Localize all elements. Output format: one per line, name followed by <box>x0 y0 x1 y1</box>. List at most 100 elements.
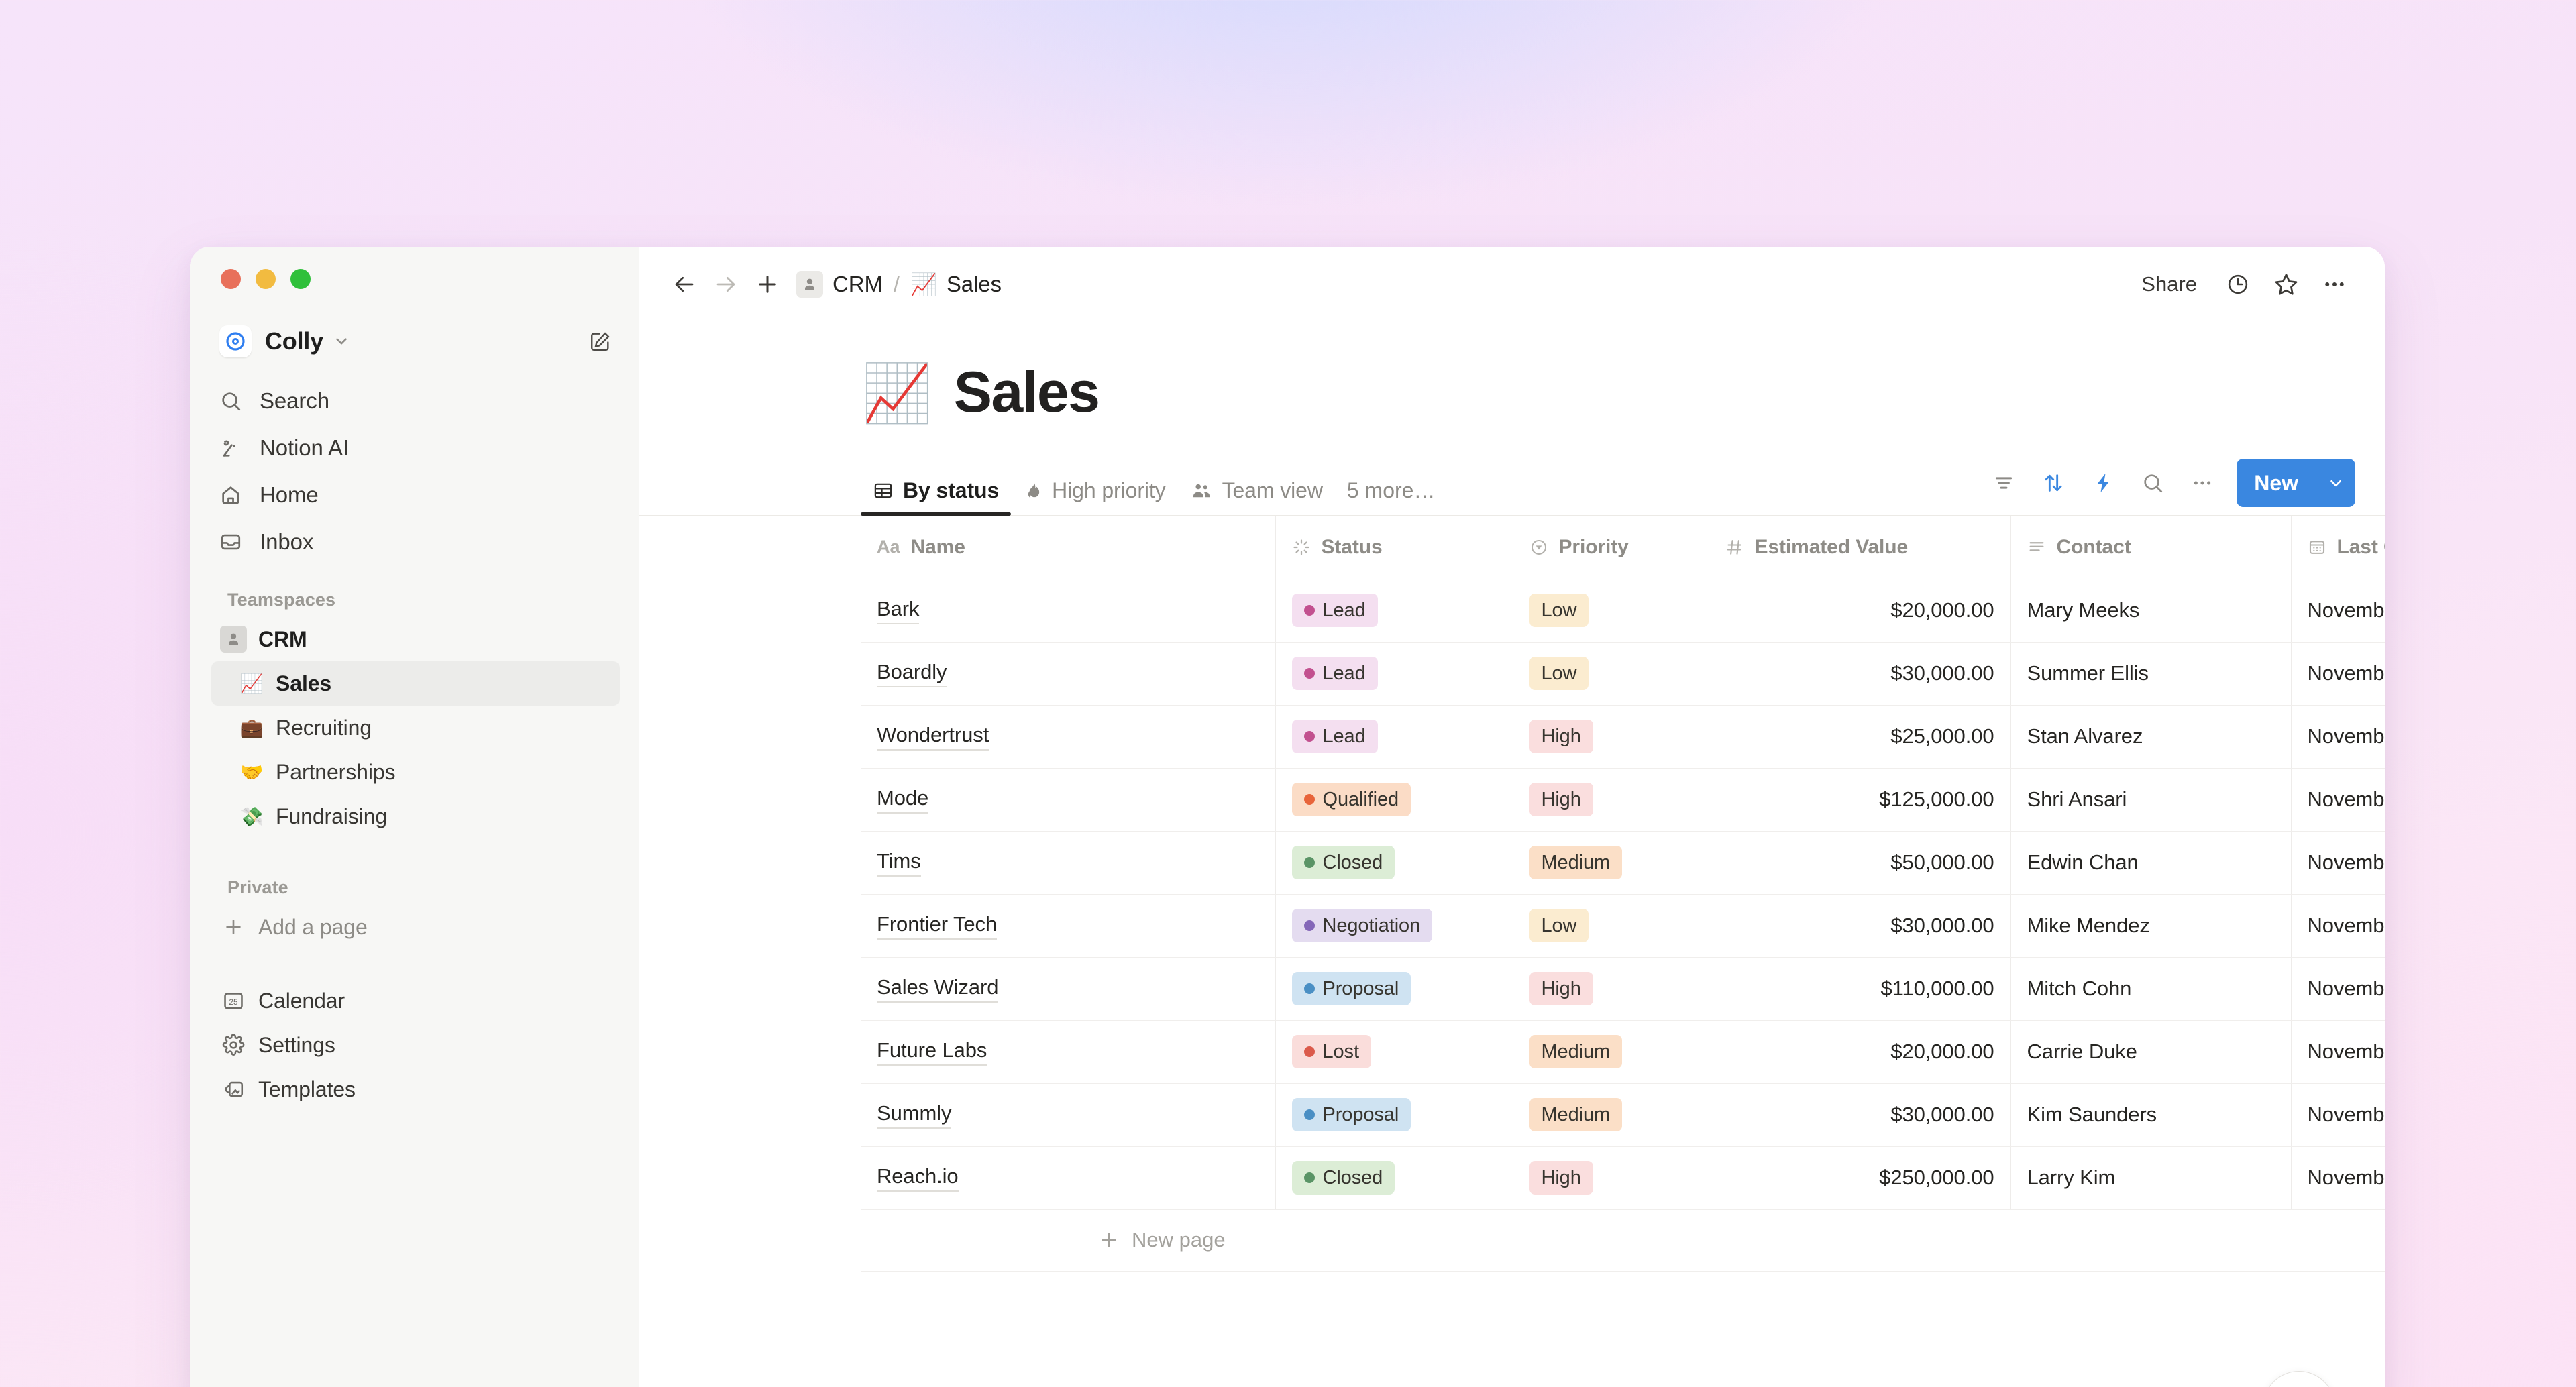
cell-estimated-value[interactable]: $110,000.00 <box>1709 957 2011 1021</box>
cell-status[interactable]: Qualified <box>1275 768 1513 832</box>
cell-contact[interactable]: Shri Ansari <box>2010 768 2292 832</box>
workspace-switcher[interactable]: Colly <box>211 320 620 363</box>
cell-priority[interactable]: Medium <box>1513 831 1709 895</box>
cell-last-contacted[interactable]: November 17, <box>2291 642 2385 706</box>
sort-icon[interactable] <box>2033 462 2074 504</box>
cell-contact[interactable]: Edwin Chan <box>2010 831 2292 895</box>
table-row[interactable]: Mode Qualified High $125,000.00 Shri Ansari N… <box>861 768 2385 832</box>
cell-contact[interactable]: Carrie Duke <box>2010 1020 2292 1084</box>
plus-icon[interactable] <box>747 264 788 305</box>
status-badge[interactable]: Closed <box>1291 1161 1395 1195</box>
cell-name[interactable]: Reach.io <box>861 1146 1276 1210</box>
cell-name[interactable]: Frontier Tech <box>861 894 1276 958</box>
cell-name[interactable]: Future Labs <box>861 1020 1276 1084</box>
cell-priority[interactable]: High <box>1513 768 1709 832</box>
arrow-right-icon[interactable] <box>705 264 747 305</box>
column-header-status[interactable]: Status <box>1275 516 1513 579</box>
ellipsis-icon[interactable] <box>2314 264 2355 305</box>
breadcrumb-sales[interactable]: 📈 Sales <box>902 268 1010 301</box>
cell-status[interactable]: Closed <box>1275 831 1513 895</box>
sidebar-item-search[interactable]: Search <box>211 378 620 425</box>
cell-priority[interactable]: Medium <box>1513 1020 1709 1084</box>
cell-name[interactable]: Wondertrust <box>861 705 1276 769</box>
cell-estimated-value[interactable]: $30,000.00 <box>1709 642 2011 706</box>
filter-icon[interactable] <box>1983 462 2025 504</box>
priority-badge[interactable]: Medium <box>1529 1035 1623 1068</box>
priority-badge[interactable]: Medium <box>1529 846 1623 879</box>
cell-name[interactable]: Bark <box>861 579 1276 643</box>
cell-priority[interactable]: Medium <box>1513 1083 1709 1147</box>
record-name-link[interactable]: Bark <box>877 597 919 624</box>
breadcrumb-crm[interactable]: CRM <box>788 267 891 302</box>
record-name-link[interactable]: Future Labs <box>877 1038 987 1066</box>
sidebar-item-calendar[interactable]: 25 Calendar <box>211 979 620 1023</box>
cell-status[interactable]: Lead <box>1275 642 1513 706</box>
cell-last-contacted[interactable]: November 24, <box>2291 579 2385 643</box>
record-name-link[interactable]: Sales Wizard <box>877 975 999 1003</box>
table-row[interactable]: Bark Lead Low $20,000.00 Mary Meeks November … <box>861 579 2385 643</box>
table-row[interactable]: Boardly Lead Low $30,000.00 Summer Ellis Nove… <box>861 642 2385 706</box>
cell-status[interactable]: Proposal <box>1275 957 1513 1021</box>
cell-status[interactable]: Proposal <box>1275 1083 1513 1147</box>
record-name-link[interactable]: Reach.io <box>877 1164 959 1192</box>
sidebar-item-partnerships[interactable]: 🤝 Partnerships <box>211 750 620 794</box>
cell-name[interactable]: Summly <box>861 1083 1276 1147</box>
cell-priority[interactable]: Low <box>1513 642 1709 706</box>
search-icon[interactable] <box>2132 462 2174 504</box>
cell-last-contacted[interactable]: November 9, 2 <box>2291 957 2385 1021</box>
record-name-link[interactable]: Tims <box>877 849 921 877</box>
more-views-button[interactable]: 5 more… <box>1335 478 1448 515</box>
cell-last-contacted[interactable]: November 11, <box>2291 1083 2385 1147</box>
chart-increasing-emoji-icon[interactable]: 📈 <box>862 365 932 421</box>
priority-badge[interactable]: Low <box>1529 909 1589 942</box>
add-a-page-button[interactable]: Add a page <box>211 905 620 949</box>
cell-priority[interactable]: Low <box>1513 894 1709 958</box>
cell-contact[interactable]: Mike Mendez <box>2010 894 2292 958</box>
cell-name[interactable]: Tims <box>861 831 1276 895</box>
cell-estimated-value[interactable]: $30,000.00 <box>1709 1083 2011 1147</box>
priority-badge[interactable]: Low <box>1529 657 1589 690</box>
status-badge[interactable]: Proposal <box>1291 1098 1411 1131</box>
arrow-left-icon[interactable] <box>663 264 705 305</box>
status-badge[interactable]: Lead <box>1291 657 1378 690</box>
column-header-contact[interactable]: Contact <box>2010 516 2292 579</box>
status-badge[interactable]: Negotiation <box>1291 909 1433 942</box>
record-name-link[interactable]: Summly <box>877 1101 951 1129</box>
cell-last-contacted[interactable]: November 21, <box>2291 1020 2385 1084</box>
cell-priority[interactable]: High <box>1513 1146 1709 1210</box>
cell-status[interactable]: Lead <box>1275 705 1513 769</box>
ellipsis-icon[interactable] <box>2182 462 2223 504</box>
clock-icon[interactable] <box>2217 264 2259 305</box>
cell-status[interactable]: Lost <box>1275 1020 1513 1084</box>
tab-high-priority[interactable]: High priority <box>1011 478 1177 515</box>
table-row[interactable]: Summly Proposal Medium $30,000.00 Kim Saunde… <box>861 1083 2385 1147</box>
star-icon[interactable] <box>2265 264 2307 305</box>
table-row[interactable]: Wondertrust Lead High $25,000.00 Stan Alvare… <box>861 705 2385 769</box>
cell-estimated-value[interactable]: $30,000.00 <box>1709 894 2011 958</box>
cell-contact[interactable]: Summer Ellis <box>2010 642 2292 706</box>
sidebar-item-home[interactable]: Home <box>211 471 620 518</box>
table-row[interactable]: Future Labs Lost Medium $20,000.00 Carrie Du… <box>861 1020 2385 1084</box>
sidebar-item-settings[interactable]: Settings <box>211 1023 620 1067</box>
new-button[interactable]: New <box>2237 459 2316 507</box>
new-button-group[interactable]: New <box>2237 459 2355 507</box>
cell-name[interactable]: Mode <box>861 768 1276 832</box>
priority-badge[interactable]: Low <box>1529 594 1589 627</box>
cell-last-contacted[interactable]: November 9, 2 <box>2291 831 2385 895</box>
chevron-down-icon[interactable] <box>333 333 350 350</box>
cell-contact[interactable]: Stan Alvarez <box>2010 705 2292 769</box>
tab-by-status[interactable]: By status <box>861 478 1012 516</box>
table-row[interactable]: Frontier Tech Negotiation Low $30,000.00 Mik… <box>861 894 2385 958</box>
status-badge[interactable]: Qualified <box>1291 783 1411 816</box>
cell-contact[interactable]: Mitch Cohn <box>2010 957 2292 1021</box>
priority-badge[interactable]: High <box>1529 972 1593 1005</box>
table-row[interactable]: Tims Closed Medium $50,000.00 Edwin Chan Nove… <box>861 831 2385 895</box>
priority-badge[interactable]: High <box>1529 1161 1593 1195</box>
new-page-row[interactable]: New page <box>861 1210 2385 1272</box>
share-button[interactable]: Share <box>2128 264 2210 304</box>
cell-estimated-value[interactable]: $20,000.00 <box>1709 579 2011 643</box>
cell-contact[interactable]: Mary Meeks <box>2010 579 2292 643</box>
cell-estimated-value[interactable]: $125,000.00 <box>1709 768 2011 832</box>
column-header-name[interactable]: Aa Name <box>861 516 1276 579</box>
sidebar-item-inbox[interactable]: Inbox <box>211 518 620 565</box>
